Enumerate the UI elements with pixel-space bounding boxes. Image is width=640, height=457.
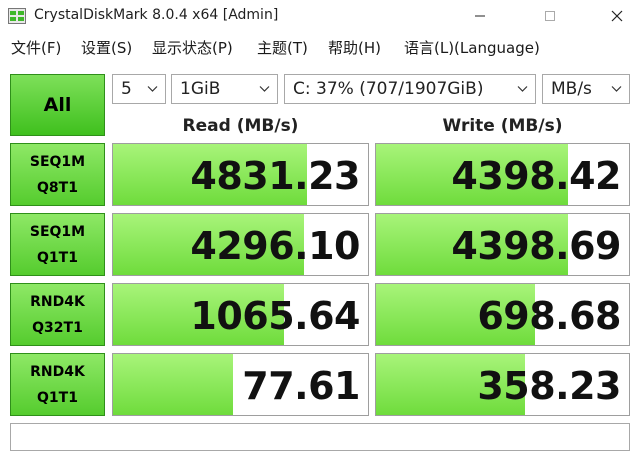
write-result-cell: 4398.69 — [375, 213, 630, 276]
test-params: Q8T1 — [37, 179, 78, 196]
test-params: Q1T1 — [37, 389, 78, 406]
unit-select[interactable]: MB/s — [542, 74, 630, 104]
menu-file[interactable]: 文件(F) — [11, 37, 61, 58]
drive-value: C: 37% (707/1907GiB) — [293, 79, 484, 99]
write-result-value: 698.68 — [477, 294, 621, 338]
menu-theme[interactable]: 主题(T) — [257, 37, 308, 58]
test-button-seq1m-q8t1[interactable]: SEQ1M Q8T1 — [10, 143, 105, 206]
test-count-select[interactable]: 5 — [112, 74, 166, 104]
read-result-value: 4831.23 — [190, 154, 360, 198]
minimize-button[interactable] — [457, 0, 503, 32]
write-result-value: 4398.42 — [451, 154, 621, 198]
title-bar: CrystalDiskMark 8.0.4 x64 [Admin] — [0, 0, 640, 32]
write-result-cell: 698.68 — [375, 283, 630, 346]
read-result-cell: 4831.23 — [112, 143, 369, 206]
minimize-icon — [475, 15, 485, 17]
test-name: RND4K — [30, 293, 85, 310]
test-size-select[interactable]: 1GiB — [171, 74, 278, 104]
test-params: Q1T1 — [37, 249, 78, 266]
write-result-value: 4398.69 — [451, 224, 621, 268]
menu-settings[interactable]: 设置(S) — [81, 37, 132, 58]
close-icon — [611, 10, 623, 22]
read-result-value: 4296.10 — [190, 224, 360, 268]
test-count-value: 5 — [121, 79, 132, 99]
write-result-value: 358.23 — [477, 364, 621, 408]
read-column-header: Read (MB/s) — [182, 116, 299, 136]
close-button[interactable] — [594, 0, 640, 32]
write-result-cell: 358.23 — [375, 353, 630, 416]
test-params: Q32T1 — [32, 319, 83, 336]
menu-bar: 文件(F) 设置(S) 显示状态(P) 主题(T) 帮助(H) 语言(L)(La… — [0, 34, 640, 60]
test-name: SEQ1M — [29, 153, 86, 170]
chevron-down-icon — [259, 86, 270, 92]
test-button-rnd4k-q1t1[interactable]: RND4K Q1T1 — [10, 353, 105, 416]
chevron-down-icon — [517, 86, 528, 92]
test-button-rnd4k-q32t1[interactable]: RND4K Q32T1 — [10, 283, 105, 346]
unit-value: MB/s — [551, 79, 592, 99]
test-name: SEQ1M — [29, 223, 86, 240]
read-result-cell: 4296.10 — [112, 213, 369, 276]
chevron-down-icon — [611, 86, 622, 92]
menu-help[interactable]: 帮助(H) — [328, 37, 381, 58]
comment-input[interactable] — [10, 423, 630, 451]
window-title: CrystalDiskMark 8.0.4 x64 [Admin] — [34, 7, 279, 23]
maximize-button[interactable] — [527, 0, 573, 32]
read-score-bar — [113, 354, 233, 415]
menu-display-status[interactable]: 显示状态(P) — [152, 37, 233, 58]
read-result-cell: 77.61 — [112, 353, 369, 416]
write-column-header: Write (MB/s) — [442, 116, 563, 136]
write-result-cell: 4398.42 — [375, 143, 630, 206]
crystaldiskmark-app-icon — [8, 8, 26, 24]
read-result-cell: 1065.64 — [112, 283, 369, 346]
chevron-down-icon — [147, 86, 158, 92]
menu-language[interactable]: 语言(L)(Language) — [404, 37, 540, 58]
drive-select[interactable]: C: 37% (707/1907GiB) — [284, 74, 536, 104]
maximize-icon — [545, 11, 555, 21]
test-size-value: 1GiB — [180, 79, 221, 99]
read-result-value: 1065.64 — [190, 294, 360, 338]
read-result-value: 77.61 — [242, 364, 360, 408]
test-button-seq1m-q1t1[interactable]: SEQ1M Q1T1 — [10, 213, 105, 276]
test-name: RND4K — [30, 363, 85, 380]
all-button[interactable]: All — [10, 74, 105, 136]
